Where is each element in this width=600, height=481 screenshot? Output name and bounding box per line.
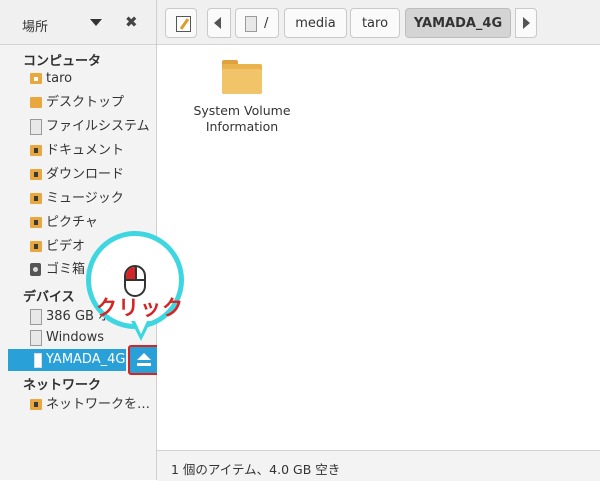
sidebar-item-label: ドキュメント bbox=[46, 143, 125, 158]
path-button-media[interactable]: media bbox=[284, 8, 347, 38]
folder-icon[interactable] bbox=[222, 60, 262, 94]
callout-label: クリック bbox=[96, 296, 184, 320]
sidebar-item-desktop[interactable]: デスクトップ bbox=[28, 92, 152, 114]
path-button-yamada-4g[interactable]: YAMADA_4G bbox=[405, 8, 511, 38]
sidebar-item-music[interactable]: ミュージック bbox=[28, 188, 152, 210]
sidebar-item-label: ピクチャ bbox=[46, 215, 98, 230]
path-label: YAMADA_4G bbox=[413, 16, 503, 31]
videos-folder-icon bbox=[30, 241, 42, 252]
network-folder-icon bbox=[30, 399, 42, 410]
drive-icon bbox=[245, 16, 257, 32]
section-devices: デバイス bbox=[23, 290, 75, 305]
path-root-button[interactable]: / bbox=[235, 8, 279, 38]
sidebar-item-label: Windows bbox=[46, 330, 105, 345]
music-folder-icon bbox=[30, 193, 42, 204]
path-label: taro bbox=[361, 16, 389, 31]
sidebar-item-home[interactable]: taro bbox=[28, 68, 152, 90]
edit-icon bbox=[176, 16, 191, 32]
drive-icon bbox=[30, 309, 42, 325]
sidebar-item-documents[interactable]: ドキュメント bbox=[28, 140, 152, 162]
downloads-folder-icon bbox=[30, 169, 42, 180]
sidebar-item-label: ファイルシステム bbox=[46, 119, 150, 134]
sidebar-item-network[interactable]: ネットワークを… bbox=[28, 394, 152, 416]
eject-button[interactable] bbox=[128, 345, 160, 375]
status-bar: 1 個のアイテム、4.0 GB 空き bbox=[157, 450, 600, 481]
sidebar-item-yamada-4g[interactable]: YAMADA_4G bbox=[8, 349, 126, 371]
pictures-folder-icon bbox=[30, 217, 42, 228]
home-folder-icon bbox=[30, 73, 42, 84]
close-icon[interactable]: ✖ bbox=[125, 13, 138, 31]
status-text: 1 個のアイテム、4.0 GB 空き bbox=[171, 462, 341, 477]
drive-icon bbox=[30, 330, 42, 346]
sidebar-item-label: taro bbox=[46, 71, 73, 86]
section-network: ネットワーク bbox=[23, 378, 102, 393]
sidebar-item-label: ネットワークを… bbox=[46, 397, 151, 412]
sidebar-item-label: ミュージック bbox=[46, 191, 124, 206]
sidebar-item-label: ダウンロード bbox=[46, 167, 125, 182]
sidebar-item-label: デスクトップ bbox=[46, 95, 125, 110]
path-forward-button[interactable] bbox=[515, 8, 537, 38]
section-computer: コンピュータ bbox=[23, 54, 102, 69]
sidebar-dropdown-icon[interactable] bbox=[90, 19, 102, 26]
sidebar-item-label: YAMADA_4G bbox=[46, 352, 126, 367]
eject-icon-bar bbox=[137, 363, 151, 366]
usb-drive-icon bbox=[34, 353, 42, 368]
trash-icon bbox=[30, 263, 41, 276]
path-button-taro[interactable]: taro bbox=[350, 8, 400, 38]
path-root-label: / bbox=[264, 16, 269, 31]
file-view[interactable]: System Volume Information bbox=[157, 45, 600, 450]
sidebar-item-label: ビデオ bbox=[46, 239, 86, 254]
edit-location-button[interactable] bbox=[165, 8, 197, 38]
sidebar-item-label: ゴミ箱 bbox=[46, 262, 86, 277]
chevron-left-icon bbox=[214, 17, 221, 29]
toolbar: / media taro YAMADA_4G bbox=[157, 0, 600, 45]
sidebar-header: 場所 ✖ bbox=[0, 0, 156, 45]
sidebar-item-filesystem[interactable]: ファイルシステム bbox=[28, 116, 152, 138]
drive-icon bbox=[30, 119, 42, 135]
path-label: media bbox=[295, 16, 336, 31]
sidebar-title: 場所 bbox=[22, 20, 49, 35]
documents-folder-icon bbox=[30, 145, 42, 156]
file-item-label[interactable]: System Volume Information bbox=[187, 103, 297, 135]
desktop-folder-icon bbox=[30, 97, 42, 108]
callout-tail-inner bbox=[135, 321, 147, 334]
sidebar-item-downloads[interactable]: ダウンロード bbox=[28, 164, 152, 186]
path-back-button[interactable] bbox=[207, 8, 231, 38]
chevron-right-icon bbox=[523, 17, 530, 29]
eject-icon bbox=[137, 353, 151, 360]
